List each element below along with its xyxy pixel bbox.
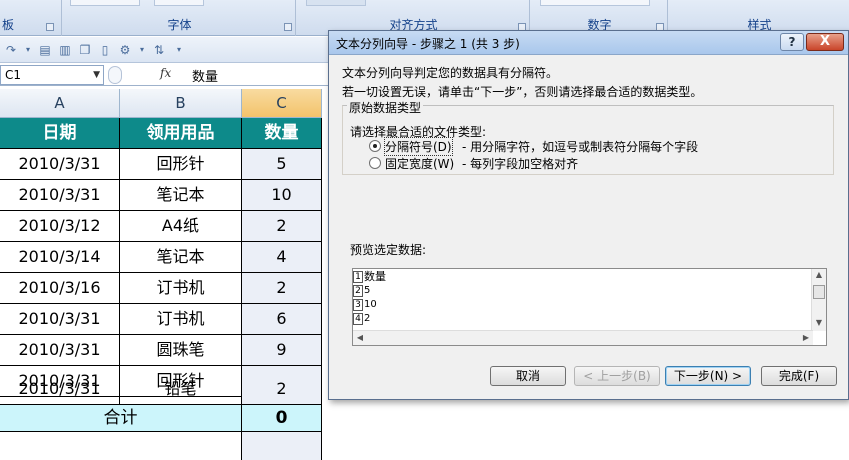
cell-qty[interactable]: 5 — [242, 149, 322, 180]
copy-icon[interactable]: ❐ — [78, 43, 92, 57]
name-box[interactable]: C1 ▼ — [0, 65, 104, 85]
dialog-message: 文本分列向导判定您的数据具有分隔符。 — [342, 66, 559, 80]
header-cell-qty[interactable]: 数量 — [242, 118, 322, 149]
formula-input[interactable]: 数量 — [192, 66, 218, 85]
close-button[interactable]: X — [806, 33, 844, 51]
dialog-title-bar[interactable]: 文本分列向导 - 步骤之 1 (共 3 步) ? X — [329, 31, 848, 55]
cell-date[interactable]: 2010/3/12 — [0, 211, 120, 242]
text-to-columns-dialog: 文本分列向导 - 步骤之 1 (共 3 步) ? X 文本分列向导判定您的数据具… — [328, 30, 849, 400]
name-box-value: C1 — [5, 68, 22, 82]
fixed-width-label[interactable]: 固定宽度(W) — [385, 155, 454, 172]
scroll-up-icon[interactable]: ▲ — [812, 269, 826, 281]
fixed-width-radio[interactable] — [369, 157, 381, 169]
cell-date[interactable]: 2010/3/14 — [0, 242, 120, 273]
back-button[interactable]: < 上一步(B) — [574, 366, 660, 386]
preview-line: 3 10 — [353, 299, 377, 311]
dialog-instruction: 若一切设置无误，请单击“下一步”，否则请选择最合适的数据类型。 — [342, 85, 703, 99]
ribbon-group-label: 字体 — [167, 18, 192, 32]
cell-qty[interactable]: 2 — [242, 211, 322, 242]
preview-horizontal-scrollbar[interactable]: ◀ ▶ — [353, 330, 813, 345]
preview-line: 25 — [353, 285, 370, 297]
sort-icon[interactable]: ⇅ — [152, 43, 166, 57]
cell-qty[interactable]: 2 — [242, 273, 322, 304]
form-icon[interactable]: ▤ — [38, 43, 52, 57]
preview-vertical-scrollbar[interactable]: ▲ ▼ — [811, 269, 826, 331]
total-label-cell[interactable]: 合计 — [0, 405, 242, 432]
cell-item[interactable]: 笔记本 — [120, 180, 242, 211]
data-type-group-title: 原始数据类型 — [347, 99, 424, 116]
column-header-b[interactable]: B — [120, 89, 242, 118]
dropdown-arrow-icon[interactable]: ▾ — [24, 43, 32, 57]
cell-qty[interactable]: 4 — [242, 242, 322, 273]
delimited-label[interactable]: 分隔符号(D) — [384, 137, 453, 156]
tools-icon[interactable]: ⚙ — [118, 43, 132, 57]
column-header-a[interactable]: A — [0, 89, 120, 118]
quick-access-toolbar: ↷ ▾ ▤ ▥ ❐ ▯ ⚙ ▾ ⇅ ▾ — [0, 37, 330, 63]
customize-toolbar-icon[interactable]: ▾ — [172, 43, 186, 57]
scroll-down-icon[interactable]: ▼ — [812, 317, 826, 329]
cell-date[interactable]: 2010/3/31 — [0, 374, 120, 405]
cell-date[interactable]: 2010/3/31 — [0, 149, 120, 180]
scroll-left-icon[interactable]: ◀ — [353, 331, 367, 345]
total-value-cell[interactable]: 0 — [242, 405, 322, 432]
redo-icon[interactable]: ↷ — [4, 43, 18, 57]
finish-button[interactable]: 完成(F) — [761, 366, 837, 386]
cell-qty[interactable]: 6 — [242, 304, 322, 335]
dialog-title: 文本分列向导 - 步骤之 1 (共 3 步) — [336, 37, 520, 51]
dialog-launcher-icon[interactable] — [284, 23, 292, 31]
cell-qty[interactable]: 9 — [242, 335, 322, 366]
ribbon-group-clipboard: 板 — [0, 0, 62, 36]
cell-empty[interactable] — [242, 432, 322, 460]
cell-item[interactable]: 笔记本 — [120, 242, 242, 273]
help-button[interactable]: ? — [780, 33, 804, 51]
cell-date[interactable]: 2010/3/31 — [0, 335, 120, 366]
ribbon-group-font: 字体 — [64, 0, 296, 36]
formula-bar: C1 ▼ fx 数量 — [0, 64, 330, 86]
cell-date[interactable]: 2010/3/31 — [0, 304, 120, 335]
cancel-button[interactable]: 取消 — [490, 366, 566, 386]
header-cell-item[interactable]: 领用用品 — [120, 118, 242, 149]
scroll-right-icon[interactable]: ▶ — [799, 331, 813, 345]
new-document-icon[interactable]: ▯ — [98, 43, 112, 57]
formula-bar-splitter[interactable] — [108, 66, 122, 84]
data-preview[interactable]: 1 数量 25 3 10 42 ▲ ▼ ◀ ▶ — [352, 268, 827, 346]
cell-item[interactable]: 订书机 — [120, 304, 242, 335]
chevron-down-icon[interactable]: ▼ — [93, 66, 100, 84]
cell-item[interactable]: 回形针 — [120, 149, 242, 180]
next-button[interactable]: 下一步(N) > — [665, 366, 751, 386]
preview-line: 1 数量 — [353, 271, 386, 283]
cell-item[interactable]: 铅笔 — [120, 374, 242, 405]
cell-item[interactable]: A4纸 — [120, 211, 242, 242]
cell-qty[interactable]: 10 — [242, 180, 322, 211]
preview-label: 预览选定数据: — [350, 243, 427, 257]
delimited-description: - 用分隔字符，如逗号或制表符分隔每个字段 — [462, 140, 699, 154]
preview-line: 42 — [353, 313, 370, 325]
cell-item[interactable]: 圆珠笔 — [120, 335, 242, 366]
insert-function-icon[interactable]: fx — [160, 66, 171, 80]
fixed-width-description: - 每列字段加空格对齐 — [462, 157, 579, 171]
dialog-launcher-icon[interactable] — [46, 23, 54, 31]
cell-date[interactable]: 2010/3/16 — [0, 273, 120, 304]
cell-qty[interactable]: 2 — [242, 374, 322, 405]
column-header-c[interactable]: C — [242, 89, 322, 118]
cell-item[interactable]: 订书机 — [120, 273, 242, 304]
scroll-thumb[interactable] — [813, 285, 825, 299]
delimited-radio[interactable] — [369, 140, 381, 152]
chart-icon[interactable]: ▥ — [58, 43, 72, 57]
cell-date[interactable]: 2010/3/31 — [0, 180, 120, 211]
header-cell-date[interactable]: 日期 — [0, 118, 120, 149]
dropdown-arrow-icon[interactable]: ▾ — [138, 43, 146, 57]
